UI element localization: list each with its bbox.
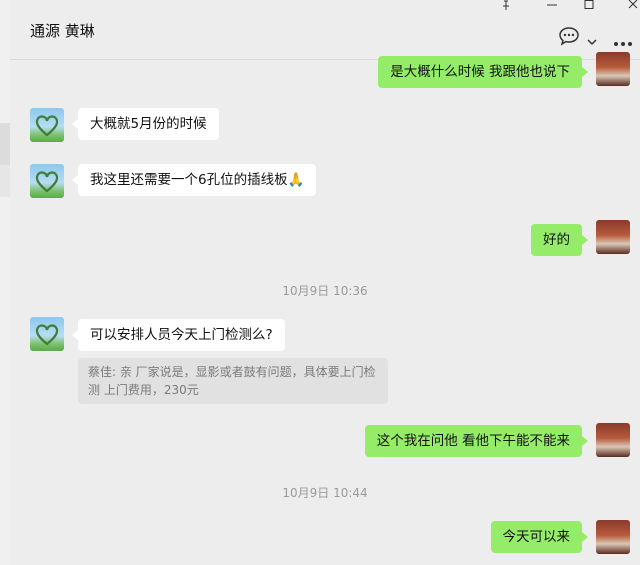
avatar[interactable] <box>30 164 64 198</box>
message-bubble-outgoing[interactable]: 是大概什么时候 我跟他也说下 <box>378 56 588 88</box>
minimize-icon[interactable] <box>539 0 565 12</box>
sidebar-item[interactable] <box>0 165 10 197</box>
maximize-icon[interactable] <box>576 0 602 12</box>
pin-icon[interactable] <box>493 0 519 12</box>
sidebar-selected-item[interactable] <box>0 123 10 165</box>
close-icon[interactable] <box>620 0 640 12</box>
chevron-down-icon[interactable] <box>587 31 597 50</box>
message-list[interactable]: 是大概什么时候 我跟他也说下 大概就5月份的时候 我这里还需要一个6孔位的插线板… <box>10 52 640 565</box>
avatar[interactable] <box>30 108 64 142</box>
message-bubble-incoming[interactable]: 我这里还需要一个6孔位的插线板🙏 <box>71 164 317 196</box>
message-bubble-outgoing[interactable]: 今天可以来 <box>490 521 588 553</box>
chat-title: 通源 黄琳 <box>30 22 95 40</box>
message-bubble-incoming[interactable]: 大概就5月份的时候 <box>72 108 219 140</box>
avatar[interactable] <box>30 317 64 351</box>
timestamp: 10月9日 10:36 <box>282 284 368 298</box>
chat-bubble-icon[interactable] <box>558 26 580 50</box>
message-bubble-outgoing[interactable]: 这个我在问他 看他下午能不能来 <box>364 425 589 457</box>
avatar[interactable] <box>596 520 630 554</box>
avatar[interactable] <box>596 423 630 457</box>
message-bubble-outgoing[interactable]: 好的 <box>531 224 588 256</box>
chat-header: 通源 黄琳 <box>10 0 640 60</box>
timestamp: 10月9日 10:44 <box>282 486 368 500</box>
more-icon[interactable] <box>613 32 633 51</box>
avatar[interactable] <box>596 220 630 254</box>
message-bubble-incoming[interactable]: 可以安排人员今天上门检测么? <box>72 319 285 351</box>
quoted-message[interactable]: 蔡佳: 亲 厂家说是，显影或者鼓有问题，具体要上门检测 上门费用，230元 <box>78 358 388 404</box>
avatar[interactable] <box>596 52 630 86</box>
sidebar-edge <box>0 0 10 565</box>
